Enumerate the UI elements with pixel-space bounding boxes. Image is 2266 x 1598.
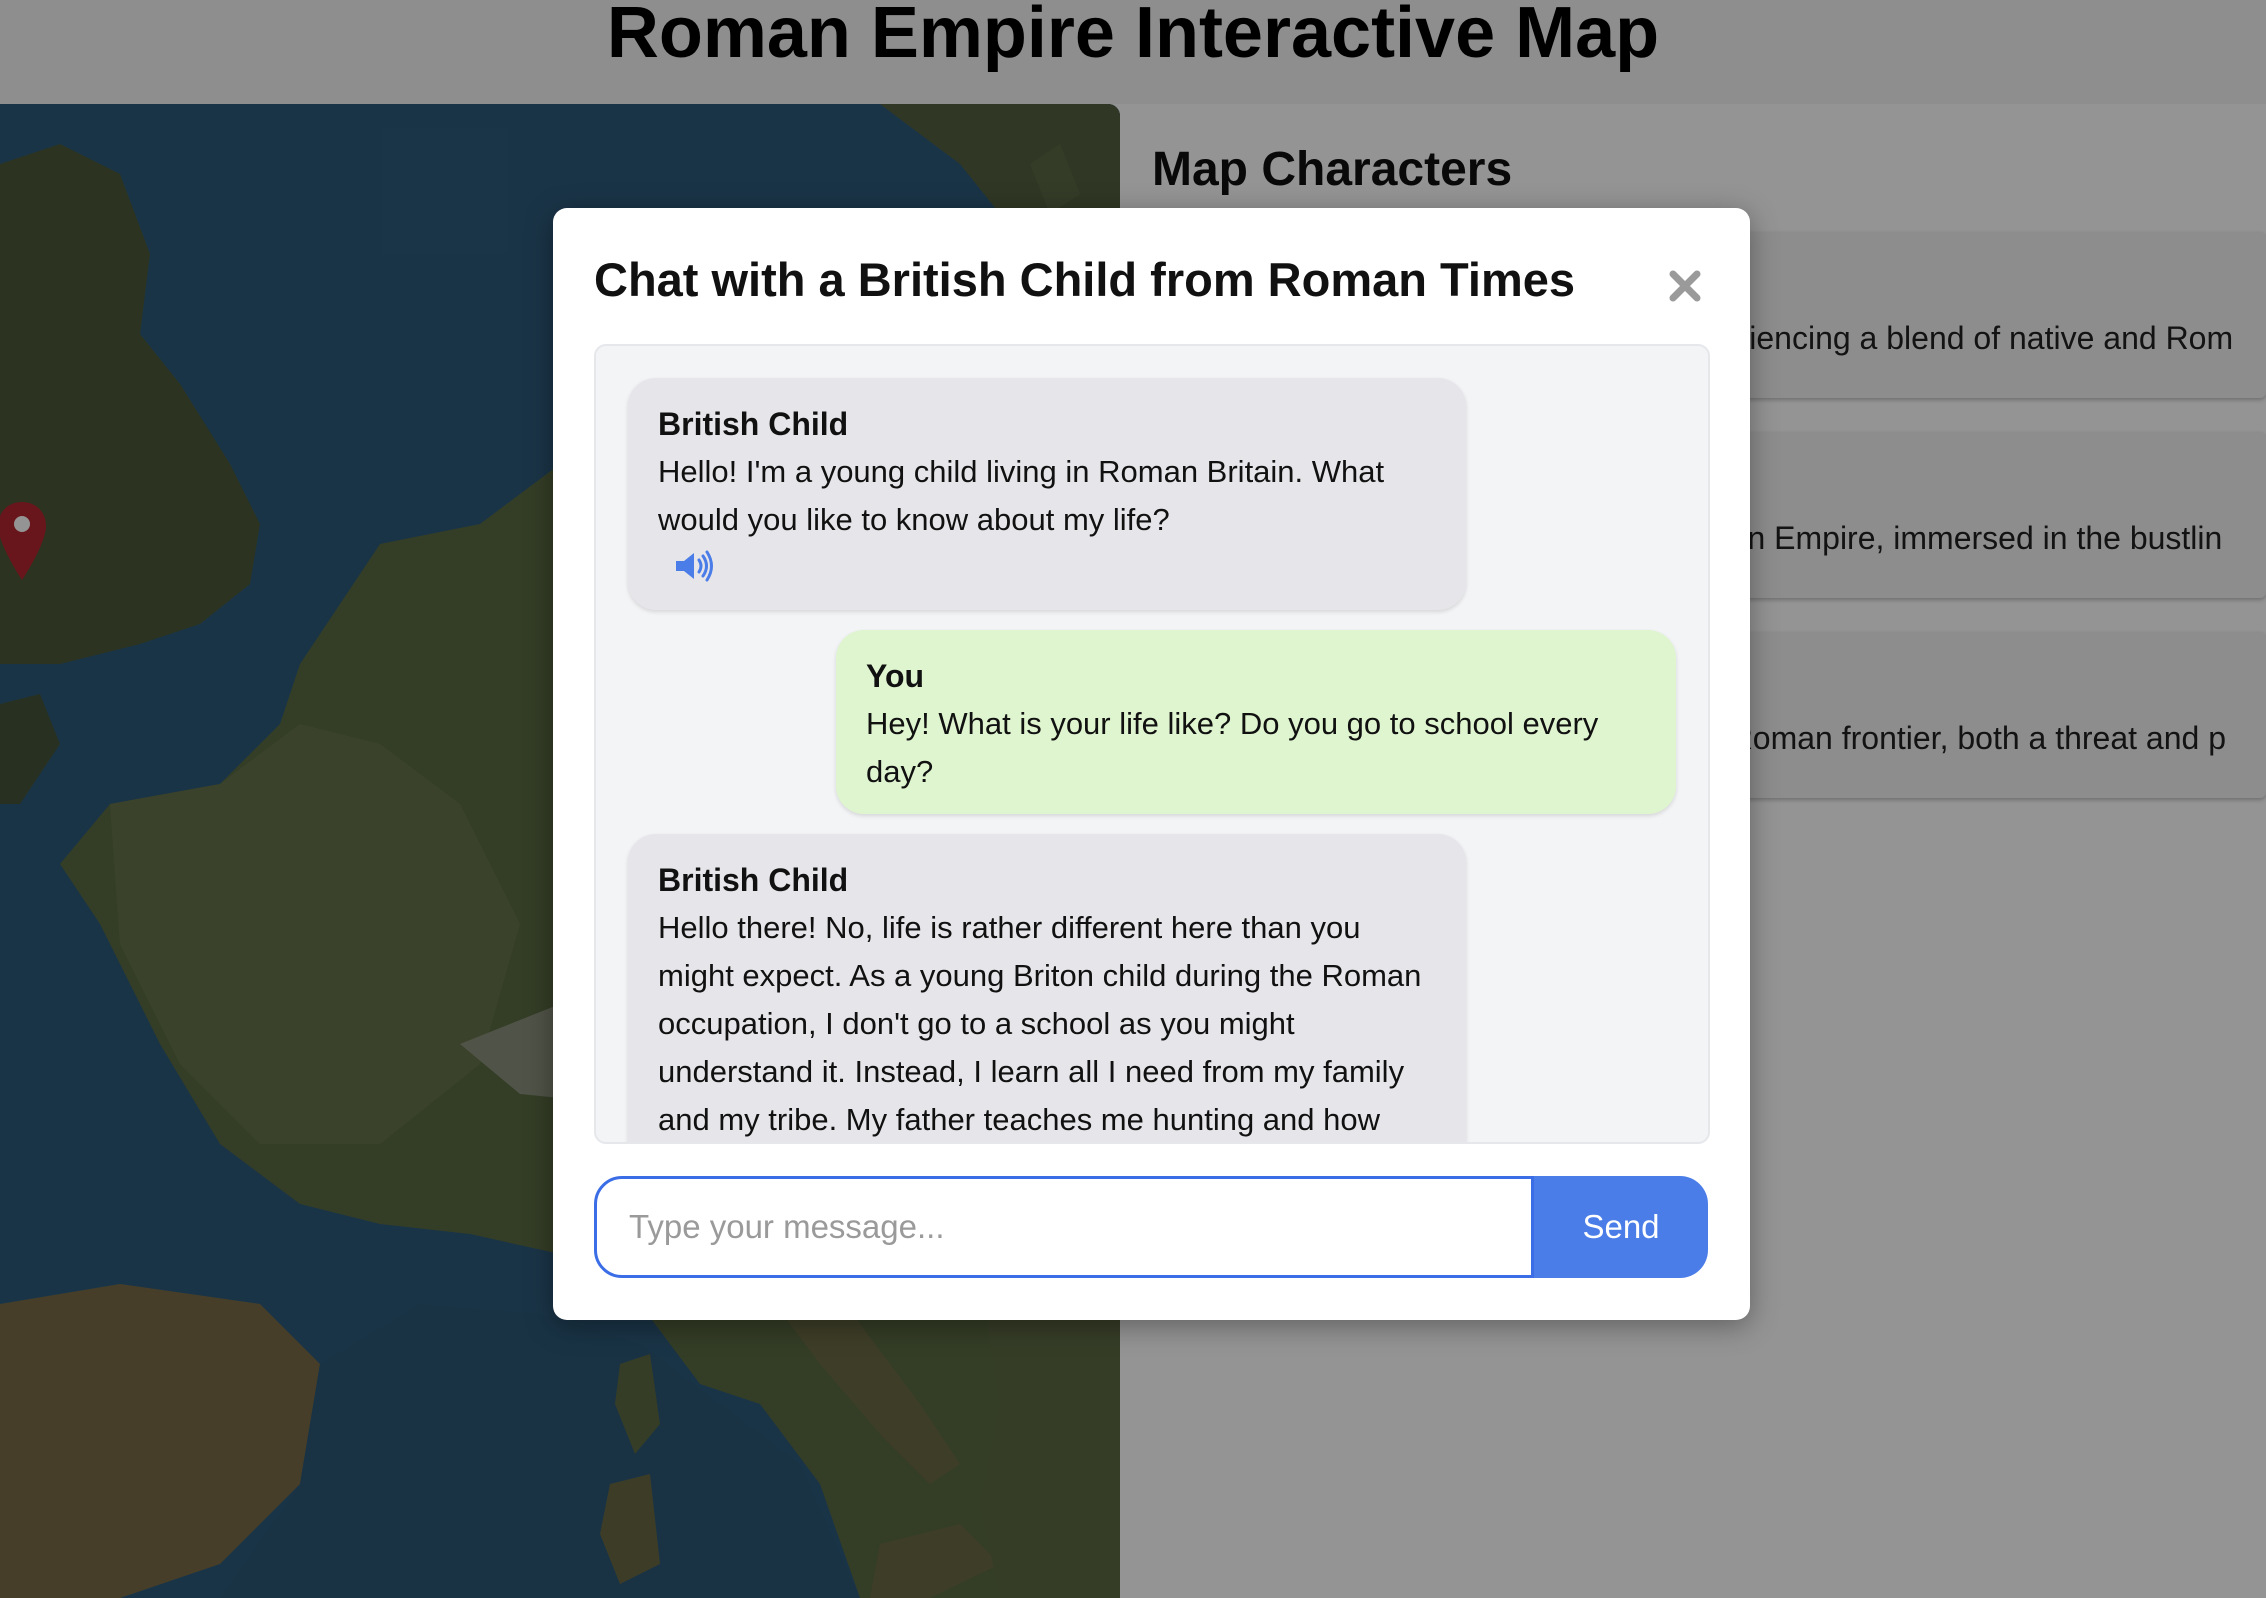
message-text: Hello there! No, life is rather differen… xyxy=(658,910,1422,1137)
message-input[interactable] xyxy=(594,1176,1534,1278)
message-text: Hello! I'm a young child living in Roman… xyxy=(658,454,1385,537)
chat-message-user: You Hey! What is your life like? Do you … xyxy=(836,630,1676,814)
message-text: Hey! What is your life like? Do you go t… xyxy=(866,706,1599,789)
chat-message-bot: British Child Hello! I'm a young child l… xyxy=(628,378,1466,610)
chat-message-bot: British Child Hello there! No, life is r… xyxy=(628,834,1466,1142)
chat-messages[interactable]: British Child Hello! I'm a young child l… xyxy=(594,344,1710,1144)
speaker-icon[interactable] xyxy=(674,550,714,582)
message-sender: British Child xyxy=(658,406,849,442)
close-icon[interactable] xyxy=(1665,266,1705,306)
chat-modal-title: Chat with a British Child from Roman Tim… xyxy=(594,253,1576,306)
send-button[interactable]: Send xyxy=(1534,1176,1708,1278)
message-sender: British Child xyxy=(658,862,849,898)
message-composer: Send xyxy=(594,1176,1708,1278)
message-sender: You xyxy=(866,658,925,694)
chat-modal: Chat with a British Child from Roman Tim… xyxy=(553,208,1750,1320)
